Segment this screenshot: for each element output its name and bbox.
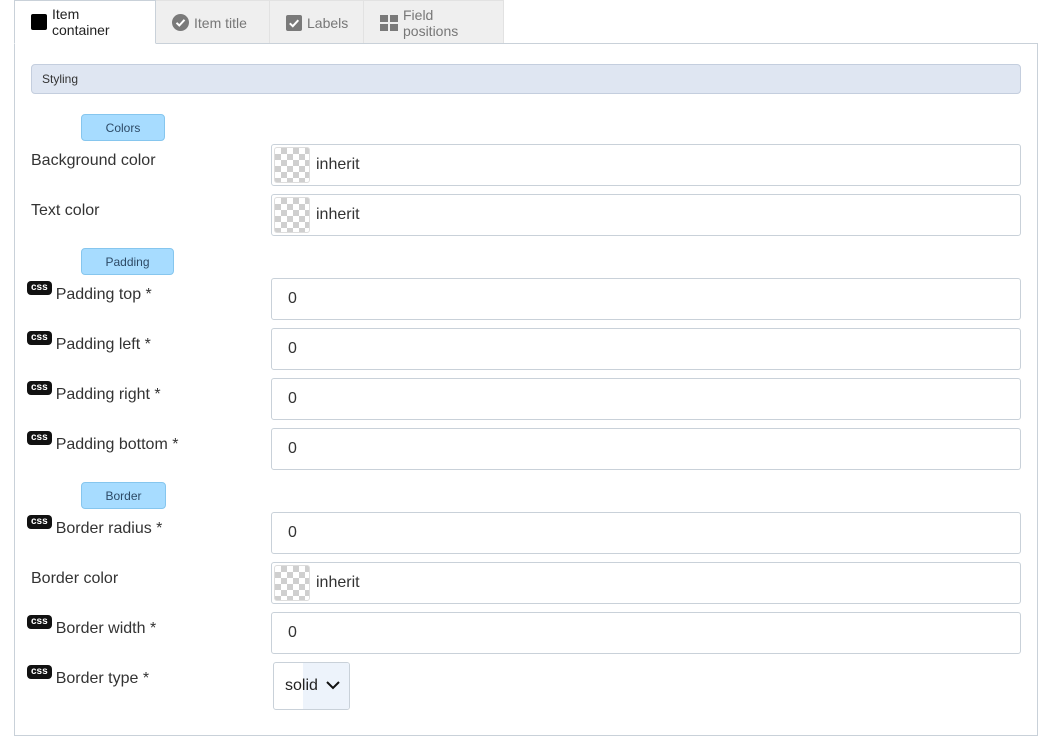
tab-label: Item container (52, 6, 110, 38)
item-container-panel: Styling Colors Background color inherit … (14, 43, 1038, 736)
border-color-field[interactable]: inherit (271, 562, 1021, 604)
tab-label: Labels (307, 14, 349, 31)
background-color-value: inherit (316, 156, 360, 173)
background-color-field[interactable]: inherit (271, 144, 1021, 186)
padding-top-label: css Padding top * (27, 281, 152, 308)
css-badge: css (27, 665, 52, 679)
border-type-select[interactable]: solid (273, 662, 350, 710)
css-badge: css (27, 615, 52, 629)
grid-icon (380, 14, 398, 31)
check-square-icon (286, 14, 302, 31)
padding-left-input[interactable]: 0 (271, 328, 1021, 370)
tab-field-positions[interactable]: Field positions (364, 0, 504, 44)
text-color-field[interactable]: inherit (271, 194, 1021, 236)
border-radius-label: css Border radius * (27, 515, 162, 542)
tab-label: Field positions (403, 6, 459, 39)
padding-bottom-label: css Padding bottom * (27, 431, 178, 458)
tab-labels[interactable]: Labels (270, 0, 364, 44)
padding-right-label: css Padding right * (27, 381, 161, 408)
padding-right-input[interactable]: 0 (271, 378, 1021, 420)
css-badge: css (27, 281, 52, 295)
tab-label: Item title (194, 14, 247, 31)
tab-item-container[interactable]: Item container (14, 0, 156, 44)
padding-left-label: css Padding left * (27, 331, 151, 358)
border-color-label: Border color (31, 570, 119, 587)
padding-bottom-input[interactable]: 0 (271, 428, 1021, 470)
css-badge: css (27, 331, 52, 345)
border-type-value: solid (285, 677, 318, 694)
background-color-label: Background color (31, 152, 156, 169)
check-circle-icon (172, 14, 189, 31)
background-color-swatch[interactable] (274, 147, 310, 183)
css-badge: css (27, 515, 52, 529)
text-color-value: inherit (316, 206, 360, 223)
black-square-icon (31, 14, 47, 30)
border-color-value: inherit (316, 574, 360, 591)
border-radius-input[interactable]: 0 (271, 512, 1021, 554)
border-type-label: css Border type * (27, 665, 149, 692)
text-color-label: Text color (31, 202, 100, 219)
css-badge: css (27, 431, 52, 445)
styling-header[interactable]: Styling (31, 64, 1021, 94)
css-badge: css (27, 381, 52, 395)
tab-item-title[interactable]: Item title (156, 0, 270, 44)
colors-section-button[interactable]: Colors (81, 114, 165, 141)
chevron-down-icon (325, 677, 341, 695)
border-section-button[interactable]: Border (81, 482, 166, 509)
padding-section-button[interactable]: Padding (81, 248, 174, 275)
text-color-swatch[interactable] (274, 197, 310, 233)
padding-top-input[interactable]: 0 (271, 278, 1021, 320)
border-width-label: css Border width * (27, 615, 156, 642)
border-color-swatch[interactable] (274, 565, 310, 601)
border-width-input[interactable]: 0 (271, 612, 1021, 654)
tab-bar: Item container Item title Labels Field p… (14, 0, 504, 44)
